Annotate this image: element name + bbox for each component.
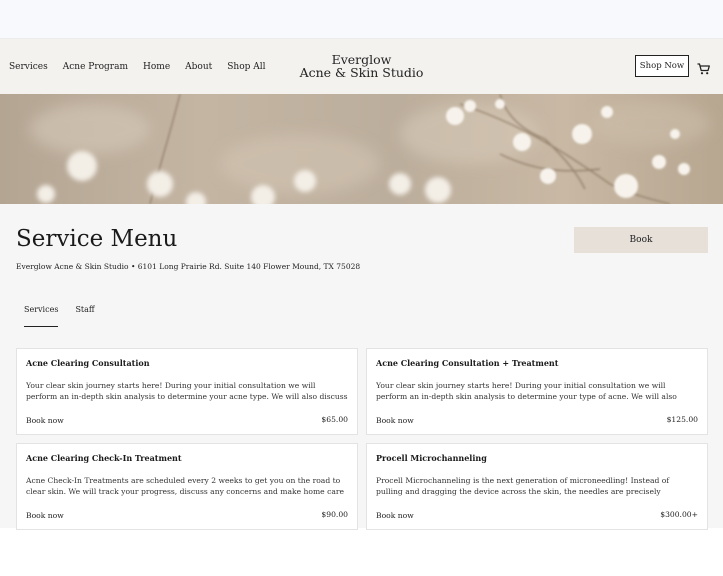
service-price: $125.00	[666, 415, 698, 424]
brand-subtitle: Acne & Skin Studio	[299, 65, 424, 80]
tab-staff[interactable]: Staff	[75, 305, 94, 327]
service-card-check-in-treatment[interactable]: Acne Clearing Check-In Treatment Acne Ch…	[16, 443, 358, 530]
service-price: $65.00	[321, 415, 348, 424]
hero-banner-image	[0, 94, 723, 204]
service-description: Procell Microchanneling is the next gene…	[376, 476, 670, 496]
shop-now-button[interactable]: Shop Now	[635, 55, 689, 77]
service-menu-section: Service Menu Everglow Acne & Skin Studio…	[0, 204, 723, 530]
menu-tabs: Services Staff	[24, 305, 112, 327]
book-now-link[interactable]: Book now	[26, 416, 64, 425]
service-title: Procell Microchanneling	[376, 453, 487, 463]
service-description: Your clear skin journey starts here! Dur…	[376, 381, 677, 401]
service-description: Your clear skin journey starts here! Dur…	[26, 381, 348, 401]
brand-logo[interactable]: Everglow Acne & Skin Studio	[280, 53, 443, 79]
book-now-link[interactable]: Book now	[376, 511, 414, 520]
service-title: Acne Clearing Check-In Treatment	[26, 453, 182, 463]
service-title: Acne Clearing Consultation + Treatment	[376, 358, 559, 368]
service-card-procell-microchanneling[interactable]: Procell Microchanneling Procell Microcha…	[366, 443, 708, 530]
service-card-consultation-plus-treatment[interactable]: Acne Clearing Consultation + Treatment Y…	[366, 348, 708, 435]
nav-link-about[interactable]: About	[185, 62, 212, 72]
service-description: Acne Check-In Treatments are scheduled e…	[26, 476, 344, 496]
studio-address: Everglow Acne & Skin Studio • 6101 Long …	[16, 262, 361, 271]
book-button[interactable]: Book	[574, 227, 708, 253]
tab-services[interactable]: Services	[24, 305, 59, 327]
service-title: Acne Clearing Consultation	[26, 358, 150, 368]
service-price: $90.00	[321, 510, 348, 519]
site-header: Services Acne Program Home About Shop Al…	[0, 39, 723, 94]
nav-link-services[interactable]: Services	[9, 62, 48, 72]
cart-icon[interactable]	[697, 60, 710, 75]
book-now-link[interactable]: Book now	[376, 416, 414, 425]
main-nav: Services Acne Program Home About Shop Al…	[9, 39, 281, 94]
nav-link-shop-all[interactable]: Shop All	[227, 62, 265, 72]
service-card-acne-clearing-consultation[interactable]: Acne Clearing Consultation Your clear sk…	[16, 348, 358, 435]
nav-link-acne-program[interactable]: Acne Program	[63, 62, 128, 72]
nav-link-home[interactable]: Home	[143, 62, 170, 72]
service-price: $300.00+	[660, 510, 698, 519]
browser-top-strip	[0, 0, 723, 39]
book-now-link[interactable]: Book now	[26, 511, 64, 520]
page-title: Service Menu	[16, 226, 178, 252]
